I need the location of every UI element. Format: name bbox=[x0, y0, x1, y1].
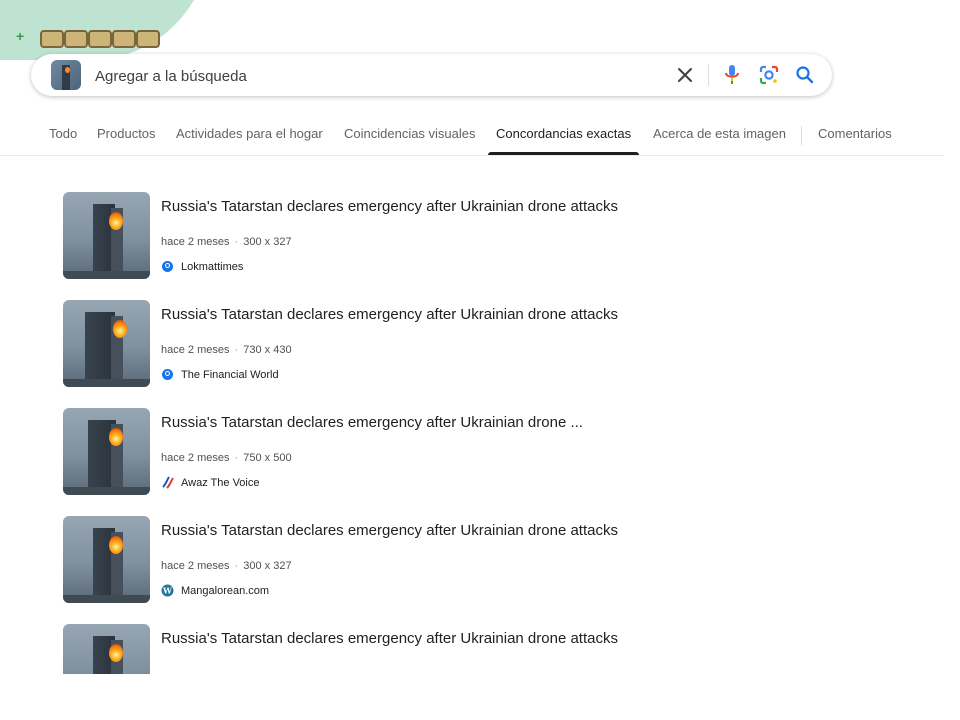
result-source-name: Mangalorean.com bbox=[181, 584, 270, 597]
result-title[interactable]: Russia's Tatarstan declares emergency af… bbox=[161, 414, 583, 431]
wordpress-icon: W bbox=[161, 584, 174, 597]
result-thumbnail[interactable] bbox=[63, 300, 150, 387]
result-source[interactable]: The Financial World bbox=[161, 368, 279, 381]
result-thumbnail[interactable] bbox=[63, 192, 150, 279]
result-meta: hace 2 meses · 300 x 327 bbox=[161, 236, 292, 248]
result-size: 730 x 430 bbox=[243, 344, 292, 356]
svg-text:W: W bbox=[162, 586, 173, 596]
result-source-name: The Financial World bbox=[181, 368, 279, 381]
result-item[interactable]: Russia's Tatarstan declares emergency af… bbox=[63, 624, 763, 674]
globe-icon bbox=[161, 368, 174, 381]
result-source[interactable]: W Mangalorean.com bbox=[161, 584, 269, 597]
result-size: 300 x 327 bbox=[243, 236, 292, 248]
result-meta: hace 2 meses · 300 x 327 bbox=[161, 560, 292, 572]
result-thumbnail[interactable] bbox=[63, 624, 150, 674]
result-title[interactable]: Russia's Tatarstan declares emergency af… bbox=[161, 198, 618, 215]
result-source[interactable]: Awaz The Voice bbox=[161, 476, 259, 489]
results-list: Russia's Tatarstan declares emergency af… bbox=[0, 0, 960, 674]
result-title[interactable]: Russia's Tatarstan declares emergency af… bbox=[161, 630, 618, 647]
result-meta: hace 2 meses · 750 x 500 bbox=[161, 452, 292, 464]
result-size: 300 x 327 bbox=[243, 560, 292, 572]
result-item[interactable]: Russia's Tatarstan declares emergency af… bbox=[63, 300, 763, 388]
result-source-name: Awaz The Voice bbox=[181, 476, 260, 489]
globe-icon bbox=[161, 260, 174, 273]
awaz-logo-icon bbox=[161, 476, 174, 489]
result-title[interactable]: Russia's Tatarstan declares emergency af… bbox=[161, 522, 618, 539]
result-meta: hace 2 meses · 730 x 430 bbox=[161, 344, 292, 356]
result-age: hace 2 meses bbox=[161, 452, 230, 464]
result-thumbnail[interactable] bbox=[63, 516, 150, 603]
result-age: hace 2 meses bbox=[161, 236, 230, 248]
result-age: hace 2 meses bbox=[161, 560, 230, 572]
result-size: 750 x 500 bbox=[243, 452, 292, 464]
result-source-name: Lokmattimes bbox=[181, 260, 244, 273]
result-source[interactable]: Lokmattimes bbox=[161, 260, 243, 273]
result-item[interactable]: Russia's Tatarstan declares emergency af… bbox=[63, 408, 763, 496]
result-title[interactable]: Russia's Tatarstan declares emergency af… bbox=[161, 306, 618, 323]
result-item[interactable]: Russia's Tatarstan declares emergency af… bbox=[63, 516, 763, 604]
result-age: hace 2 meses bbox=[161, 344, 230, 356]
result-item[interactable]: Russia's Tatarstan declares emergency af… bbox=[63, 192, 763, 280]
result-thumbnail[interactable] bbox=[63, 408, 150, 495]
